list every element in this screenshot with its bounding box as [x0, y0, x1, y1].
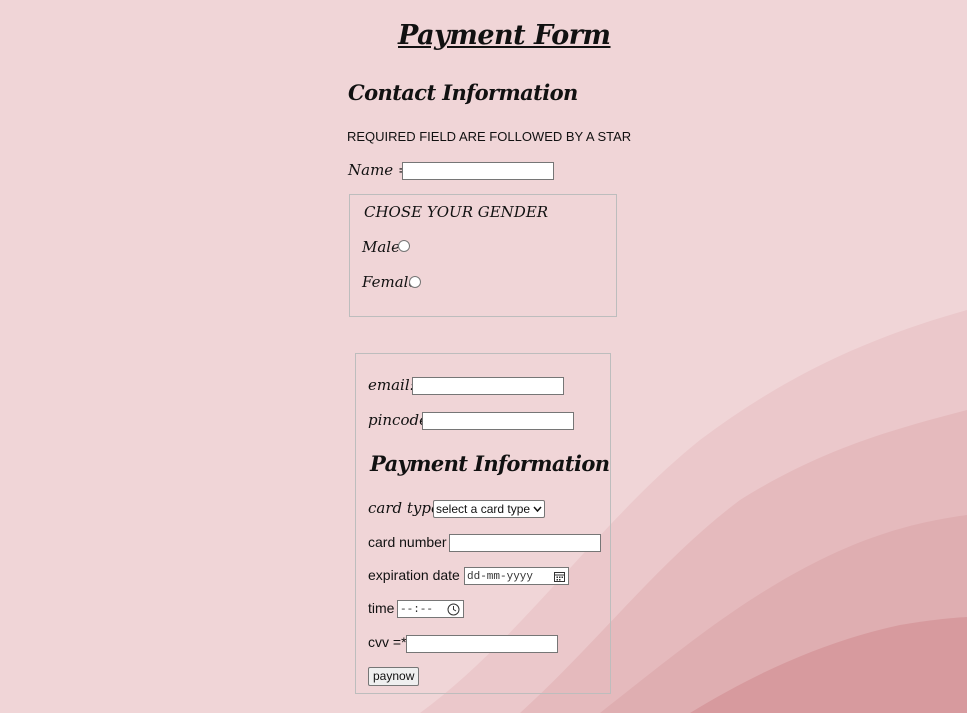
card-number-input[interactable] — [449, 534, 601, 552]
male-radio[interactable] — [398, 240, 410, 252]
pincode-input[interactable] — [422, 412, 574, 430]
cvv-input[interactable] — [406, 635, 558, 653]
expiration-label: expiration date — [368, 567, 460, 583]
gender-legend: CHOSE YOUR GENDER — [364, 203, 549, 221]
payment-heading: Payment Information — [370, 451, 610, 476]
calendar-icon[interactable] — [554, 571, 565, 582]
name-input[interactable] — [402, 162, 554, 180]
gender-fieldset: CHOSE YOUR GENDER Male Female — [349, 194, 617, 317]
required-note: REQUIRED FIELD ARE FOLLOWED BY A STAR — [347, 129, 632, 144]
time-input[interactable]: --:-- — [397, 600, 464, 618]
chevron-down-icon — [533, 506, 542, 513]
female-radio[interactable] — [409, 276, 421, 288]
expiration-placeholder: dd-mm-yyyy — [467, 571, 534, 583]
contact-heading: Contact Information — [348, 80, 578, 105]
time-label: time — [368, 600, 395, 616]
cvv-label: cvv =* — [368, 634, 407, 650]
card-type-select[interactable]: select a card type — [433, 500, 545, 518]
male-label: Male — [362, 238, 400, 256]
expiration-input[interactable]: dd-mm-yyyy — [464, 567, 569, 585]
card-type-selected: select a card type — [436, 502, 531, 516]
clock-icon[interactable] — [447, 603, 460, 616]
card-number-label: card number — [368, 534, 447, 550]
details-fieldset: email:* pincode= Payment Information car… — [355, 353, 611, 694]
paynow-button[interactable]: paynow — [368, 667, 420, 686]
email-input[interactable] — [412, 377, 564, 395]
page-title: Payment Form — [398, 20, 611, 51]
time-placeholder: --:-- — [400, 604, 434, 616]
